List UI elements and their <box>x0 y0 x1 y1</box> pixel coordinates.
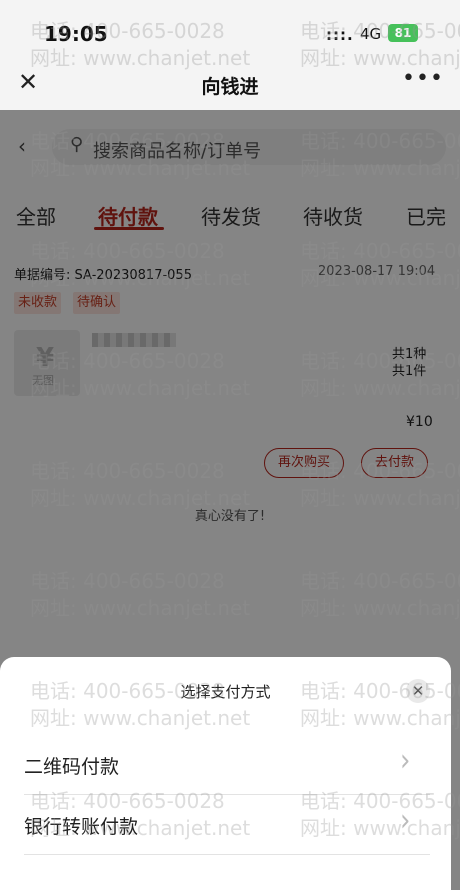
chevron-right-icon: › <box>400 743 411 779</box>
option-label: 二维码付款 <box>24 756 120 778</box>
payment-option-bank-transfer[interactable]: 银行转账付款 › <box>0 800 451 855</box>
payment-option-qrcode[interactable]: 二维码付款 › <box>0 740 451 795</box>
chevron-right-icon: › <box>400 803 411 839</box>
battery-icon: 81 <box>388 24 418 42</box>
status-time: 19:05 <box>44 22 108 46</box>
divider <box>24 854 430 855</box>
network-label: 4G <box>360 25 382 43</box>
signal-icon: :::. <box>326 26 354 44</box>
close-icon[interactable]: ✕ <box>406 679 430 703</box>
page-title: 向钱进 <box>201 76 259 98</box>
more-icon[interactable]: ••• <box>402 66 444 91</box>
sheet-title: 选择支付方式 <box>180 683 271 701</box>
option-label: 银行转账付款 <box>24 816 139 838</box>
divider <box>24 794 430 795</box>
